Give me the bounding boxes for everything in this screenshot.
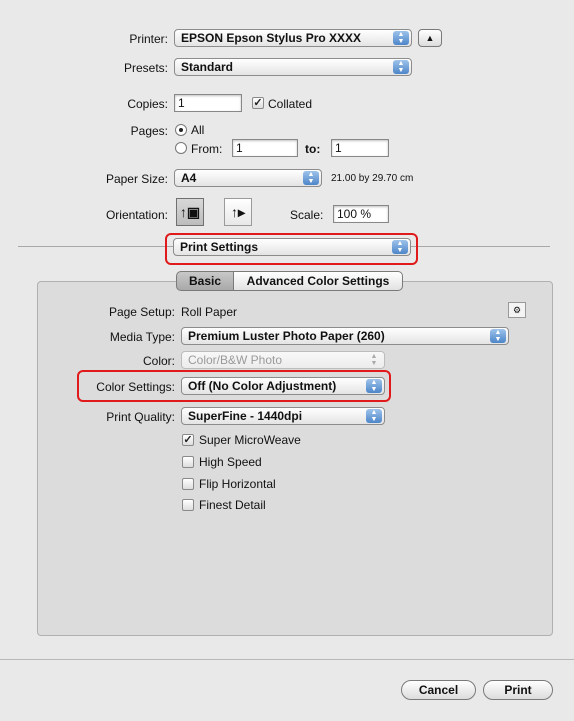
media-type-popup[interactable]: Premium Luster Photo Paper (260) ▲ ▼ [181,327,509,345]
popup-arrows-icon: ▲ ▼ [303,171,319,185]
printer-label: Printer: [129,32,168,46]
pages-to-label: to: [305,142,321,156]
pages-all-label: All [191,123,205,137]
portrait-icon: ↑▣ [179,204,201,220]
paper-size-popup[interactable]: A4 ▲ ▼ [174,169,322,187]
media-type-value: Premium Luster Photo Paper (260) [188,329,385,343]
landscape-icon: ↑▸ [230,204,246,220]
presets-popup[interactable]: Standard ▲ ▼ [174,58,412,76]
paper-size-label: Paper Size: [105,172,168,186]
presets-label: Presets: [123,61,168,75]
pages-label: Pages: [130,124,168,138]
print-quality-label: Print Quality: [106,410,175,424]
color-value: Color/B&W Photo [188,353,283,367]
collapse-button[interactable]: ▲ [418,29,442,47]
cancel-button[interactable]: Cancel [401,680,476,700]
page-setup-label: Page Setup: [108,305,175,319]
collated-label: Collated [268,97,313,111]
printer-popup[interactable]: EPSON Epson Stylus Pro XXXX ▲ ▼ [174,29,412,47]
orientation-label: Orientation: [105,208,168,222]
collated-checkbox[interactable]: ✓ [252,97,264,109]
high-speed-label: High Speed [199,455,262,469]
copies-field[interactable]: 1 [174,94,242,112]
color-label: Color: [142,354,175,368]
pages-from-radio[interactable] [175,142,187,154]
copies-label: Copies: [127,97,168,111]
high-speed-checkbox[interactable] [182,456,194,468]
popup-arrows-icon: ▲ ▼ [370,353,378,367]
popup-arrows-icon: ▲ ▼ [366,409,382,423]
print-button[interactable]: Print [483,680,553,700]
media-type-label: Media Type: [109,330,175,344]
pages-all-radio[interactable] [175,124,187,136]
pages-from-field[interactable]: 1 [232,139,298,157]
printer-utility-icon: ⚙ [512,305,522,315]
pages-from-label: From: [191,142,223,156]
scale-field[interactable]: 100 % [333,205,389,223]
print-quality-popup[interactable]: SuperFine - 1440dpi ▲ ▼ [181,407,385,425]
finest-detail-label: Finest Detail [199,498,266,512]
landscape-orientation-button[interactable]: ↑▸ [224,198,252,226]
tab-basic[interactable]: Basic [176,271,234,291]
utility-button[interactable]: ⚙ [508,302,526,318]
disclosure-up-icon: ▲ [425,33,435,43]
print-quality-value: SuperFine - 1440dpi [188,409,303,423]
popup-arrows-icon: ▲ ▼ [393,31,409,45]
page-setup-value: Roll Paper [181,305,238,319]
flip-horizontal-label: Flip Horizontal [199,477,276,491]
printer-value: EPSON Epson Stylus Pro XXXX [181,31,362,45]
super-microweave-checkbox[interactable]: ✓ [182,434,194,446]
pages-to-field[interactable]: 1 [331,139,389,157]
highlight-print-settings [165,233,418,265]
tab-advanced-color-settings[interactable]: Advanced Color Settings [233,271,403,291]
super-microweave-label: Super MicroWeave [199,433,301,447]
flip-horizontal-checkbox[interactable] [182,478,194,490]
paper-size-value: A4 [181,171,197,185]
popup-arrows-icon: ▲ ▼ [393,60,409,74]
presets-value: Standard [181,60,234,74]
popup-arrows-icon: ▲ ▼ [490,329,506,343]
finest-detail-checkbox[interactable] [182,499,194,511]
highlight-color-settings [77,370,391,402]
portrait-orientation-button[interactable]: ↑▣ [176,198,204,226]
paper-dimensions: 21.00 by 29.70 cm [331,173,414,184]
bottom-separator [0,659,574,660]
color-popup[interactable]: Color/B&W Photo ▲ ▼ [181,351,385,369]
scale-label: Scale: [290,208,324,222]
